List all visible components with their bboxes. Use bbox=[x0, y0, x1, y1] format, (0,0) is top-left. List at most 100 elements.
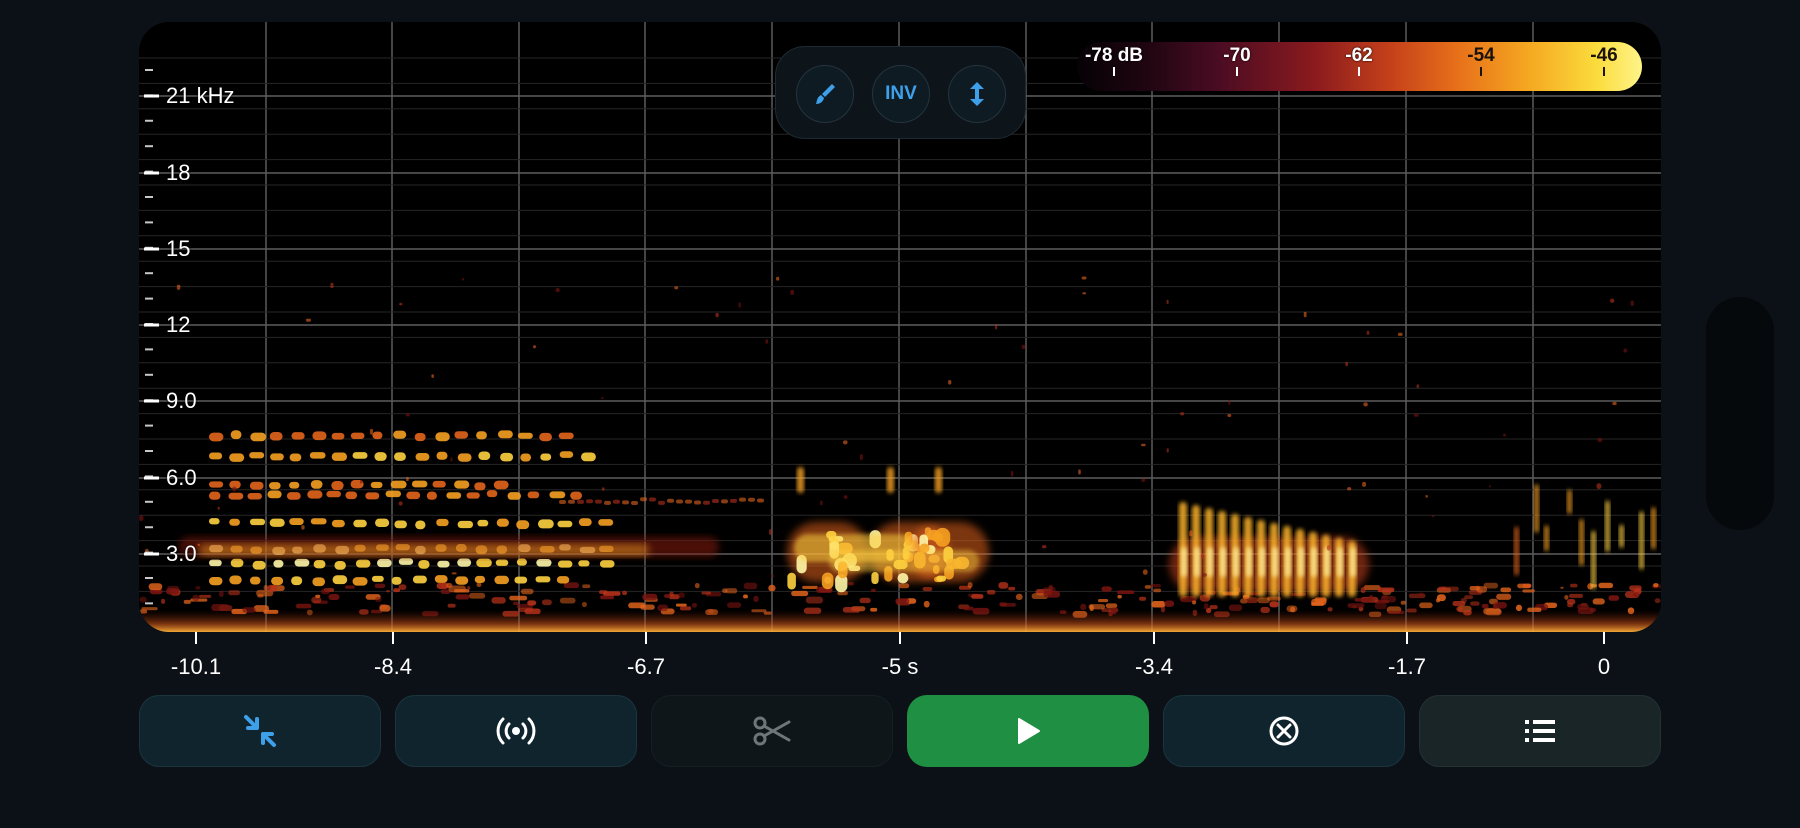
scissors-icon bbox=[753, 716, 791, 746]
energy-blob bbox=[374, 583, 386, 589]
energy-blob bbox=[454, 431, 469, 439]
energy-blob bbox=[1503, 433, 1506, 437]
energy-blob bbox=[1142, 569, 1148, 575]
energy-blob bbox=[797, 467, 804, 493]
energy-blob bbox=[1363, 402, 1368, 407]
energy-blob bbox=[249, 576, 261, 585]
energy-blob bbox=[694, 500, 701, 505]
energy-blob bbox=[1257, 597, 1270, 604]
energy-blob bbox=[390, 480, 407, 489]
energy-blob bbox=[267, 490, 282, 499]
energy-blob bbox=[307, 490, 323, 499]
energy-blob bbox=[1227, 413, 1232, 417]
vertical-scale-button[interactable] bbox=[948, 65, 1006, 123]
energy-blob bbox=[923, 600, 930, 608]
broadcast-button[interactable] bbox=[395, 695, 637, 767]
energy-blob bbox=[649, 497, 656, 502]
energy-blob bbox=[658, 500, 665, 505]
energy-blob bbox=[1141, 478, 1146, 482]
energy-blob bbox=[486, 490, 498, 498]
energy-blob bbox=[559, 451, 574, 458]
energy-blob bbox=[466, 492, 480, 499]
energy-blob bbox=[581, 452, 596, 462]
energy-blob bbox=[674, 286, 679, 290]
energy-blob bbox=[476, 558, 492, 568]
energy-blob bbox=[1630, 300, 1634, 306]
brush-button[interactable] bbox=[796, 65, 854, 123]
energy-blob bbox=[622, 590, 628, 596]
energy-blob bbox=[1324, 547, 1330, 577]
time-tick bbox=[899, 632, 901, 644]
energy-blob bbox=[802, 585, 818, 589]
energy-blob bbox=[776, 276, 780, 281]
energy-blob bbox=[474, 482, 486, 491]
compress-button[interactable] bbox=[139, 695, 381, 767]
time-tick bbox=[392, 632, 394, 644]
energy-blob bbox=[743, 582, 758, 590]
side-scroll-handle[interactable] bbox=[1706, 297, 1774, 530]
energy-blob bbox=[209, 491, 221, 500]
energy-blob bbox=[301, 525, 305, 530]
energy-blob bbox=[491, 597, 506, 604]
freq-label-9: 9.0 bbox=[166, 388, 197, 413]
energy-blob bbox=[461, 278, 465, 281]
energy-blob bbox=[365, 492, 380, 500]
cut-button[interactable] bbox=[651, 695, 893, 767]
energy-blob bbox=[743, 594, 748, 599]
energy-blob bbox=[1082, 292, 1087, 295]
energy-blob bbox=[601, 487, 605, 491]
energy-blob bbox=[1021, 344, 1026, 350]
energy-blob bbox=[393, 430, 407, 439]
time-label: -10.1 bbox=[170, 654, 222, 679]
energy-blob bbox=[787, 572, 796, 590]
energy-blob bbox=[1203, 603, 1209, 610]
energy-blob bbox=[1514, 526, 1519, 576]
energy-blob bbox=[411, 480, 428, 488]
db-label-70: -70 bbox=[1223, 45, 1251, 66]
energy-blob bbox=[455, 594, 470, 600]
energy-blob bbox=[230, 430, 242, 440]
clear-button[interactable] bbox=[1163, 695, 1405, 767]
energy-blob bbox=[1081, 276, 1087, 280]
energy-blob bbox=[1544, 525, 1549, 552]
energy-blob bbox=[1269, 601, 1279, 608]
energy-blob bbox=[448, 585, 467, 593]
energy-blob bbox=[1413, 413, 1419, 417]
energy-blob bbox=[312, 577, 326, 587]
time-tick bbox=[1603, 632, 1605, 644]
energy-blob bbox=[1347, 487, 1352, 491]
energy-blob bbox=[1181, 547, 1187, 577]
energy-blob bbox=[556, 576, 570, 584]
freq-label-21khz: 21 kHz bbox=[166, 83, 235, 108]
energy-blob bbox=[478, 451, 491, 461]
energy-blob bbox=[270, 453, 284, 461]
energy-blob bbox=[1140, 443, 1146, 447]
energy-blob bbox=[1207, 547, 1213, 577]
energy-blob bbox=[509, 595, 528, 601]
invert-button[interactable]: INV bbox=[872, 65, 930, 123]
energy-blob bbox=[540, 453, 552, 461]
energy-blob bbox=[520, 588, 534, 595]
play-button[interactable] bbox=[907, 695, 1149, 767]
energy-blob bbox=[398, 584, 407, 590]
energy-blob bbox=[675, 603, 687, 607]
energy-blob bbox=[805, 596, 824, 604]
energy-blob bbox=[769, 529, 772, 535]
energy-blob bbox=[352, 452, 368, 459]
energy-blob bbox=[898, 583, 910, 589]
energy-blob bbox=[676, 499, 683, 504]
energy-blob bbox=[604, 500, 611, 505]
energy-blob bbox=[454, 480, 470, 489]
vertical-arrows-icon bbox=[970, 82, 984, 106]
clear-icon bbox=[1269, 716, 1299, 746]
db-tick bbox=[1603, 67, 1605, 76]
energy-blob bbox=[1400, 600, 1407, 605]
list-button[interactable] bbox=[1419, 695, 1661, 767]
energy-blob bbox=[375, 518, 390, 527]
energy-blob bbox=[228, 590, 241, 596]
energy-blob bbox=[971, 594, 984, 599]
energy-blob bbox=[315, 594, 321, 598]
energy-blob bbox=[161, 598, 166, 604]
energy-blob bbox=[582, 584, 591, 589]
play-icon bbox=[1018, 718, 1040, 744]
